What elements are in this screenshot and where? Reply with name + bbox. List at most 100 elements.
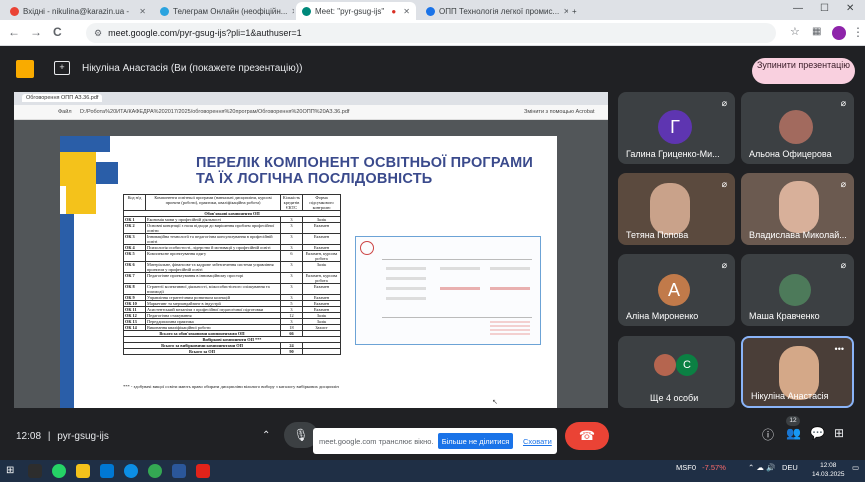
notifications-icon[interactable]: ▭ <box>852 463 859 472</box>
components-table: Код н/д Компоненти освітньої програми (н… <box>123 194 341 355</box>
profile-avatar[interactable] <box>832 26 846 40</box>
tab-opp[interactable]: ОПП Технологія легкої промис... ✕ <box>420 2 568 20</box>
url-text: meet.google.com/pyr-gsug-ijs?pli=1&authu… <box>108 28 302 38</box>
task-view-icon[interactable] <box>28 464 42 478</box>
stop-presenting-button[interactable]: Зупинити презентацію <box>752 58 855 84</box>
close-icon[interactable]: ✕ <box>399 7 410 16</box>
component-name: Психологія особистості, лідерство й моти… <box>145 244 281 251</box>
table-header: Форма підсумкового контролю <box>302 194 341 211</box>
site-info-icon[interactable]: ⚙ <box>94 28 102 39</box>
component-code: ОК 3 <box>123 233 146 245</box>
component-code: ОК 7 <box>123 272 146 284</box>
chat-icon[interactable]: 💬 <box>810 426 825 440</box>
mouse-cursor-icon: ↖ <box>492 399 498 406</box>
participant-name: Альона Офицерова <box>749 149 832 159</box>
slide-title: ПЕРЕЛІК КОМПОНЕНТ ОСВІТНЬОЇ ПРОГРАМИ ТА … <box>196 155 546 187</box>
tab-meet[interactable]: Meet: "pyr-gsug-ijs" ● ✕ <box>296 2 416 20</box>
back-button[interactable]: ← <box>8 25 20 39</box>
tab-label: Вхідні - nikulina@karazin.ua - <box>23 6 130 16</box>
menu-icon[interactable]: ⋮ <box>852 25 864 39</box>
more-options-icon[interactable]: ••• <box>835 344 844 354</box>
participant-tile[interactable]: Г ⌀ Галина Гриценко-Ми... <box>618 92 735 164</box>
presenter-label: Нікуліна Анастасія (Ви (покажете презент… <box>82 63 303 74</box>
windows-start-icon[interactable]: ⊞ <box>6 465 18 477</box>
control-form: Екзамен <box>302 283 341 295</box>
table-row: ОК 8 Стратегії колективної діяльності, мі… <box>123 283 341 295</box>
mic-off-icon: ⌀ <box>840 260 846 270</box>
extensions-icon[interactable]: ▦ <box>812 26 821 37</box>
clock: 12:08 <box>16 431 42 442</box>
diagram-line <box>386 287 426 290</box>
pdf-tab[interactable]: Обговорення ОПП АЗ.36.pdf <box>22 94 103 102</box>
leave-call-button[interactable]: ☎ <box>565 422 609 450</box>
recording-dot-icon: ● <box>391 6 397 16</box>
telegram-icon <box>160 6 169 16</box>
info-icon[interactable]: ⓘ <box>762 426 774 443</box>
table-row: ОК 3 Інноваційна технології та педагогічн… <box>123 233 341 245</box>
avatar <box>779 274 811 306</box>
structure-diagram <box>355 236 541 345</box>
mic-off-icon: ⌀ <box>721 98 727 108</box>
hide-notice-link[interactable]: Сховати <box>523 437 552 446</box>
participant-tile[interactable]: ⌀ Альона Офицерова <box>741 92 854 164</box>
maximize-icon[interactable]: ☐ <box>820 3 829 14</box>
stop-sharing-button[interactable]: Більше не ділитися <box>438 433 513 449</box>
file-explorer-icon[interactable] <box>76 464 90 478</box>
deco-yellow-block <box>66 186 96 214</box>
new-tab-button[interactable]: + <box>572 2 586 20</box>
tab-label: Meet: "pyr-gsug-ijs" <box>315 6 385 16</box>
address-bar[interactable]: ⚙ meet.google.com/pyr-gsug-ijs?pli=1&aut… <box>86 23 776 43</box>
control-form: Екзамен <box>302 233 341 245</box>
diagram-line <box>490 287 530 290</box>
acrobat-hint[interactable]: Змінити з помощью Acrobat <box>524 109 594 115</box>
close-icon[interactable]: ✕ <box>135 7 146 16</box>
participant-tile-self[interactable]: ••• Нікуліна Анастасія <box>741 336 854 408</box>
table-row: ОК 5 Комплексне проектування одягу 6 Екзаме… <box>123 250 341 262</box>
participant-tile[interactable]: ⌀ Маша Кравченко <box>741 254 854 326</box>
control-form: Залік <box>302 261 341 273</box>
forward-button[interactable]: → <box>30 25 42 39</box>
credits: 3 <box>280 283 303 295</box>
pdf-tabbar <box>14 92 608 105</box>
table-header: Кількість кредитів ЄКТС <box>280 194 303 211</box>
meeting-code: pyr-gsug-ijs <box>57 431 109 442</box>
diagram-line <box>440 267 480 270</box>
university-logo <box>360 241 374 255</box>
component-name: Матеріальне, фінансове та кадрове забезп… <box>145 261 281 273</box>
reload-button[interactable]: C <box>53 25 62 39</box>
word-icon[interactable] <box>172 464 186 478</box>
credits: 3 <box>280 272 303 284</box>
mail-icon[interactable] <box>100 464 114 478</box>
people-icon[interactable]: 👥 <box>786 426 801 440</box>
participant-tile[interactable]: ⌀ Владиславa Миколай... <box>741 173 854 245</box>
screen-share-notification: meet.google.com транслює вікно. Більше н… <box>313 428 557 454</box>
participant-name: Нікуліна Анастасія <box>751 391 829 401</box>
participant-tile[interactable]: ⌀ Тетяна Попова <box>618 173 735 245</box>
credits: 3 <box>280 233 303 245</box>
participant-tile[interactable]: А ⌀ Аліна Мироненко <box>618 254 735 326</box>
edge-icon[interactable] <box>124 464 138 478</box>
language-indicator[interactable]: DEU <box>782 463 798 472</box>
table-header-row: Код н/д Компоненти освітньої програми (н… <box>123 194 341 211</box>
close-window-icon[interactable]: ✕ <box>846 3 854 14</box>
whatsapp-icon[interactable] <box>52 464 66 478</box>
minimize-icon[interactable]: — <box>793 3 803 14</box>
credits: 3 <box>280 222 303 234</box>
tray-icons[interactable]: ⌃ ☁ 🔊 <box>748 463 775 472</box>
acrobat-icon[interactable] <box>196 464 210 478</box>
system-clock[interactable]: 12:08 14.03.2025 <box>812 461 845 479</box>
tab-gmail[interactable]: Вхідні - nikulina@karazin.ua - ✕ <box>4 2 152 20</box>
close-icon[interactable]: ✕ <box>559 7 568 16</box>
star-icon[interactable]: ☆ <box>790 25 800 38</box>
chevron-up-icon[interactable]: ⌃ <box>262 430 270 441</box>
tab-telegram[interactable]: Телеграм Онлайн (неофіційн... ✕ <box>154 2 294 20</box>
component-code: ОК 5 <box>123 250 146 262</box>
chrome-icon[interactable] <box>148 464 162 478</box>
video-feed <box>779 181 819 233</box>
meet-activity-icon[interactable] <box>16 60 34 78</box>
credits: 3 <box>280 261 303 273</box>
activities-icon[interactable]: ⊞ <box>834 426 844 440</box>
participant-tile[interactable]: С Ще 4 особи <box>618 336 735 408</box>
stock-ticker[interactable]: MSF0 -7.57% <box>676 463 726 472</box>
close-icon[interactable]: ✕ <box>287 7 294 16</box>
